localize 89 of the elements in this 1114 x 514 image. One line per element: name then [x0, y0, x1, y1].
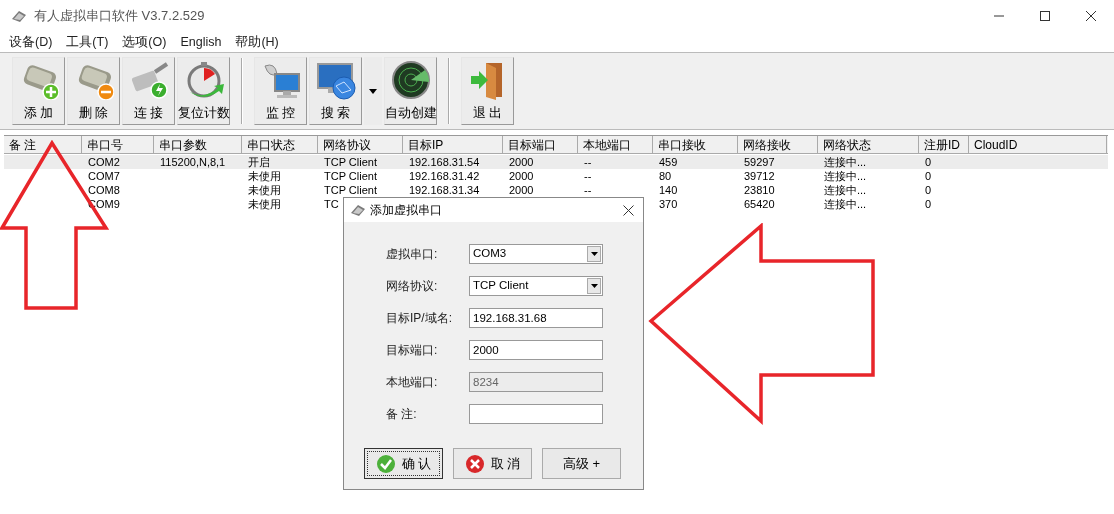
table-cell: -- — [584, 156, 592, 168]
table-cell: 开启 — [248, 156, 270, 168]
menu-item[interactable]: English — [180, 32, 222, 52]
table-cell: 2000 — [509, 170, 534, 182]
dialog-button[interactable]: 确 认 — [364, 448, 443, 479]
toolbar-button[interactable]: 复位计数 — [177, 57, 230, 125]
column-header[interactable]: 备 注 — [4, 136, 82, 154]
menu-item[interactable]: 帮助(H) — [235, 32, 279, 52]
table-cell: COM7 — [88, 170, 120, 182]
check-icon — [375, 453, 396, 474]
field-label: 目标端口: — [386, 342, 439, 359]
toolbar-button[interactable]: 删 除 — [67, 57, 120, 125]
table-cell: TCP Client — [324, 184, 377, 196]
input-field[interactable]: 2000 — [469, 340, 603, 360]
table-cell: 连接中... — [824, 170, 867, 182]
column-header[interactable]: 串口状态 — [242, 136, 318, 154]
caret-icon — [369, 88, 377, 94]
table-cell: COM8 — [88, 184, 120, 196]
caret-icon — [590, 252, 598, 256]
table-row[interactable]: COM2 115200,N,8,1 开启 TCP Client 192.168.31.54 2000 -- 459 59297 连接中... 0 — [4, 155, 1108, 169]
table-cell: 192.168.31.54 — [409, 156, 480, 168]
table-cell: 连接中... — [824, 184, 867, 196]
column-header[interactable]: 网络协议 — [318, 136, 403, 154]
column-header[interactable]: 串口参数 — [154, 136, 242, 154]
table-cell: 115200,N,8,1 — [160, 156, 226, 168]
table-cell: 连接中... — [824, 156, 867, 168]
toolbar-button[interactable]: 自动创建 — [384, 57, 437, 125]
toolbar-button[interactable]: 搜 索 — [309, 57, 362, 125]
table-cell: 23810 — [744, 184, 775, 196]
toolbar-button[interactable]: 监 控 — [254, 57, 307, 125]
toolbar-button[interactable]: 连 接 — [122, 57, 175, 125]
table-cell: 192.168.31.42 — [409, 170, 480, 182]
column-header[interactable]: 注册ID — [919, 136, 969, 154]
toolbar-button[interactable]: 添 加 — [12, 57, 65, 125]
field-label: 网络协议: — [386, 278, 439, 295]
close-icon — [622, 204, 634, 216]
maximize-icon — [1039, 10, 1051, 22]
x-icon — [464, 453, 485, 474]
column-header[interactable]: 本地端口 — [578, 136, 653, 154]
close-icon — [1085, 10, 1097, 22]
table-cell: TCP Client — [324, 170, 377, 182]
table-cell: 140 — [659, 184, 678, 196]
table-cell: 未使用 — [248, 198, 281, 210]
table-cell: 0 — [925, 170, 932, 182]
menu-item[interactable]: 选项(O) — [122, 32, 167, 52]
table-cell: -- — [584, 184, 592, 196]
table-cell: TCP Client — [324, 156, 377, 168]
radar-icon — [390, 59, 431, 100]
table-cell: 0 — [925, 156, 932, 168]
field-label: 本地端口: — [386, 374, 439, 391]
toolbar-button[interactable]: 退 出 — [461, 57, 514, 125]
table-cell: 2000 — [509, 184, 534, 196]
table-cell: 0 — [925, 184, 932, 196]
dropdown-field[interactable]: TCP Client — [469, 276, 603, 296]
table-cell: TC — [324, 198, 339, 210]
table-cell: 459 — [659, 156, 678, 168]
menu-item[interactable]: 工具(T) — [66, 32, 109, 52]
table-cell: 192.168.31.34 — [409, 184, 480, 196]
field-label: 虚拟串口: — [386, 246, 439, 263]
menu-item[interactable]: 设备(D) — [9, 32, 53, 52]
column-header[interactable]: 串口接收 — [653, 136, 738, 154]
table-cell: 39712 — [744, 170, 775, 182]
column-header[interactable]: 目标IP — [403, 136, 503, 154]
dropdown-field[interactable]: COM3 — [469, 244, 603, 264]
table-cell: COM2 — [88, 156, 120, 168]
input-field[interactable] — [469, 404, 603, 424]
dialog-button[interactable]: 高级 + — [542, 448, 621, 479]
table-cell: 370 — [659, 198, 678, 210]
table-cell: 80 — [659, 170, 672, 182]
input-field[interactable]: 192.168.31.68 — [469, 308, 603, 328]
window-title: 有人虚拟串口软件 V3.7.2.529 — [34, 7, 205, 26]
column-header[interactable]: 串口号 — [82, 136, 154, 154]
column-header[interactable]: 目标端口 — [503, 136, 578, 154]
column-header[interactable]: 网络接收 — [738, 136, 818, 154]
table-cell: 连接中... — [824, 198, 867, 210]
table-cell: -- — [584, 170, 592, 182]
field-label: 备 注: — [386, 406, 418, 423]
table-cell: 59297 — [744, 156, 775, 168]
table-cell: 2000 — [509, 156, 534, 168]
table-cell: 未使用 — [248, 170, 281, 182]
caret-icon — [590, 284, 598, 288]
dialog-title: 添加虚拟串口 — [370, 202, 442, 219]
column-header[interactable]: CloudID — [969, 136, 1107, 154]
dialog-button[interactable]: 取 消 — [453, 448, 532, 479]
table-cell: 0 — [925, 198, 932, 210]
column-header[interactable]: 网络状态 — [818, 136, 919, 154]
table-cell: 65420 — [744, 198, 775, 210]
table-cell: 未使用 — [248, 184, 281, 196]
field-label: 目标IP/域名: — [386, 310, 453, 327]
